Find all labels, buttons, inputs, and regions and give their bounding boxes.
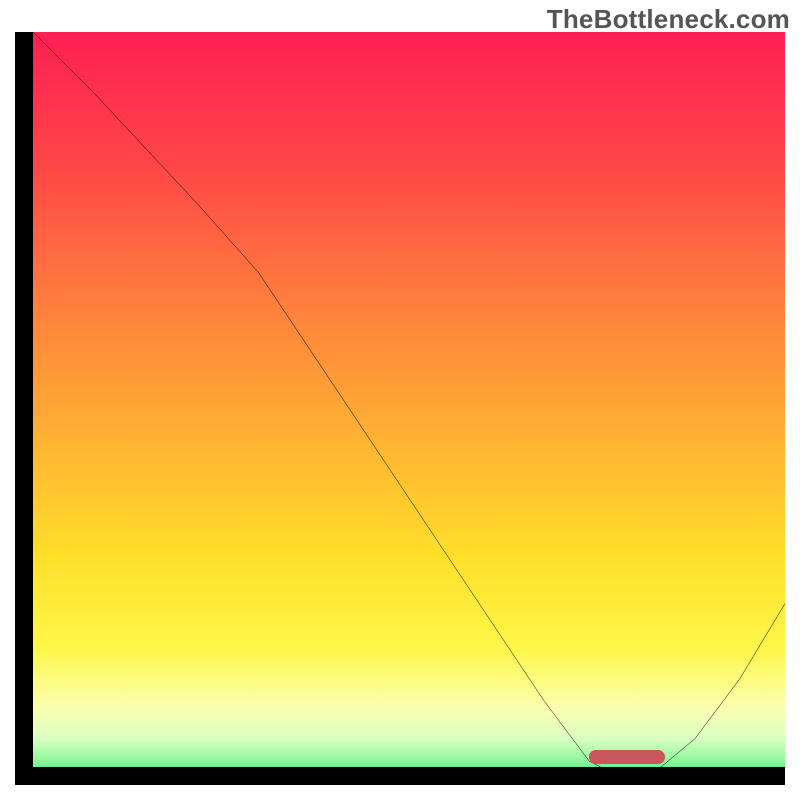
data-curve <box>33 32 785 767</box>
plot-area <box>33 32 785 767</box>
curve-line <box>33 32 785 767</box>
chart-container: TheBottleneck.com <box>0 0 800 800</box>
plot-frame <box>15 32 785 785</box>
optimal-marker <box>589 750 664 764</box>
watermark-text: TheBottleneck.com <box>547 4 790 35</box>
